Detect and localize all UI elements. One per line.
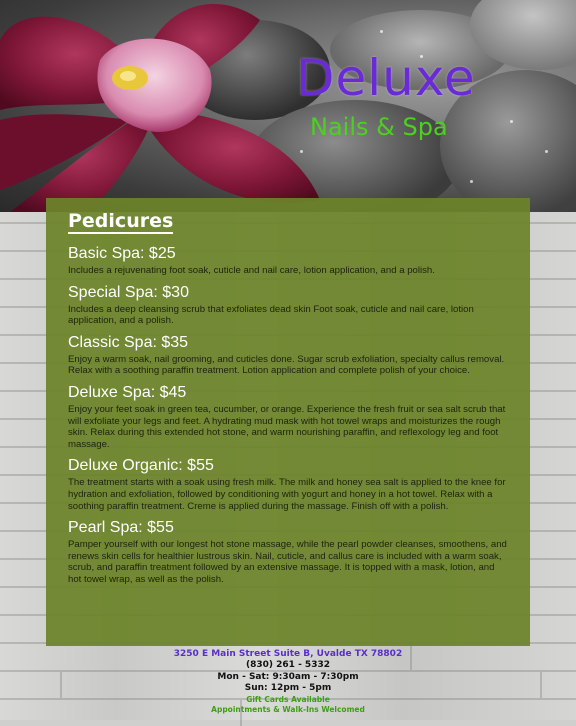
menu-item: Basic Spa: $25 Includes a rejuvenating f… [68,244,510,277]
menu-item-description: Enjoy your feet soak in green tea, cucum… [68,403,506,450]
gift-cards-note: Gift Cards Available [246,694,330,704]
contact-info: 3250 E Main Street Suite B, Uvalde TX 78… [0,648,576,715]
menu-title: Pedicures [68,210,174,234]
menu-item-name: Deluxe Organic: $55 [68,457,214,475]
hours-sunday: Sun: 12pm - 5pm [244,683,332,693]
menu-item-description: Includes a rejuvenating foot soak, cutic… [68,265,435,276]
menu-item-name: Special Spa: $30 [68,283,189,301]
menu-item-description: Enjoy a warm soak, nail grooming, and cu… [68,353,505,377]
menu-item: Special Spa: $30 Includes a deep cleansi… [68,283,510,327]
phone-number: (830) 261 - 5332 [246,660,330,670]
brand-name: Deluxe [296,49,476,107]
hours-weekday: Mon - Sat: 9:30am - 7:30pm [217,671,359,682]
menu-item-name: Classic Spa: $35 [68,333,189,351]
brand-tagline: Nails & Spa [310,113,448,141]
menu-item-description: Includes a deep cleansing scrub that exf… [68,303,474,327]
menu-item-name: Pearl Spa: $55 [68,519,174,537]
orchid-flower-icon [0,4,320,212]
menu-item-name: Basic Spa: $25 [68,245,176,262]
header-photo: Deluxe Nails & Spa [0,0,576,212]
address: 3250 E Main Street Suite B, Uvalde TX 78… [173,649,403,659]
menu-item: Pearl Spa: $55 Pamper yourself with our … [68,518,510,585]
menu-item: Deluxe Organic: $55 The treatment starts… [68,456,510,512]
appointments-note: Appointments & Walk-Ins Welcomed [211,704,365,714]
menu-item-description: The treatment starts with a soak using f… [68,477,506,512]
menu-item-name: Deluxe Spa: $45 [68,383,187,401]
menu-item: Deluxe Spa: $45 Enjoy your feet soak in … [68,383,510,450]
menu-item: Classic Spa: $35 Enjoy a warm soak, nail… [68,333,510,377]
menu-item-description: Pamper yourself with our longest hot sto… [68,539,507,585]
pedicure-menu-panel: Pedicures Basic Spa: $25 Includes a reju… [46,198,530,646]
